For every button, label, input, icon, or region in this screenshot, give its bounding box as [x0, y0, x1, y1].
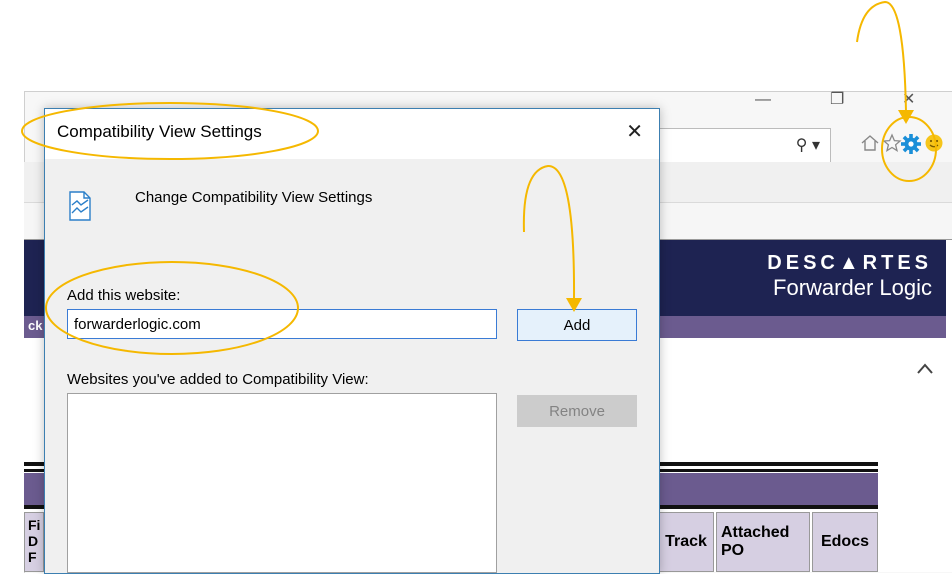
browser-close-button[interactable]: ✕: [902, 92, 915, 108]
dialog-heading: Change Compatibility View Settings: [135, 189, 373, 206]
restore-button[interactable]: ❐: [830, 92, 844, 108]
add-website-input[interactable]: [67, 309, 497, 339]
table-header-track[interactable]: Track: [658, 512, 714, 572]
table-header-fragment: Fi D F: [24, 512, 44, 572]
added-websites-label: Websites you've added to Compatibility V…: [67, 371, 369, 388]
dialog-title: Compatibility View Settings: [57, 122, 262, 141]
remove-button[interactable]: Remove: [517, 395, 637, 427]
tools-gear-icon[interactable]: [900, 133, 922, 160]
add-website-label: Add this website:: [67, 287, 181, 304]
scroll-up-icon[interactable]: [916, 358, 934, 381]
minimize-button[interactable]: —: [755, 92, 771, 108]
compatibility-page-icon: [69, 191, 91, 221]
dialog-titlebar[interactable]: Compatibility View Settings ✕: [45, 109, 659, 159]
search-dropdown-icon[interactable]: ⚲ ▾: [796, 135, 820, 155]
table-header-attached-po[interactable]: Attached PO: [716, 512, 810, 572]
brand-logo: DESC▲RTES Forwarder Logic: [767, 252, 932, 301]
compatibility-view-dialog: Compatibility View Settings ✕ Change Com…: [44, 108, 660, 574]
feedback-smiley-icon[interactable]: [924, 133, 944, 158]
home-icon[interactable]: [860, 133, 880, 158]
dialog-close-button[interactable]: ✕: [626, 122, 643, 142]
address-bar[interactable]: ⚲ ▾: [660, 128, 831, 163]
table-header-edocs[interactable]: Edocs: [812, 512, 878, 572]
brand-line-1: DESC▲RTES: [767, 252, 932, 274]
add-button[interactable]: Add: [517, 309, 637, 341]
nav-text-fragment: ck: [28, 318, 43, 333]
added-websites-list[interactable]: [67, 393, 497, 573]
favorites-star-icon[interactable]: [882, 133, 902, 158]
brand-line-2: Forwarder Logic: [773, 275, 932, 300]
